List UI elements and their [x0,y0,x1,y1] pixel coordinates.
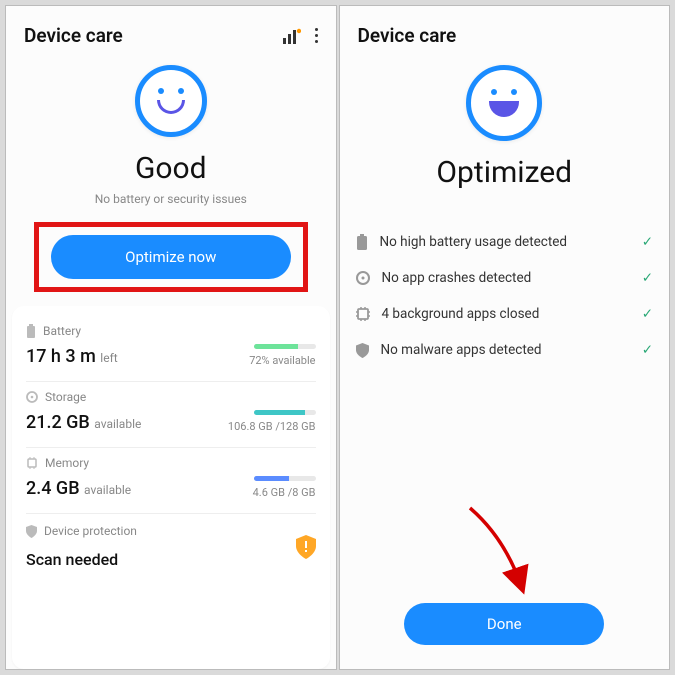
footer: Done [340,603,670,669]
stats-card: Battery 17 h 3 m left 72% available Stor… [12,306,330,669]
optimize-now-button[interactable]: Optimize now [51,235,291,279]
check-icon: ✓ [642,234,653,250]
status-section: Optimized [340,57,670,194]
battery-icon [356,234,368,250]
status-section: Good No battery or security issues [6,57,336,210]
storage-bar [254,410,305,415]
page-title: Device care [358,24,457,47]
check-icon: ✓ [642,270,653,286]
memory-row[interactable]: Memory 2.4 GB available 4.6 GB /8 GB [26,448,316,514]
header: Device care [6,6,336,57]
page-title: Device care [24,24,123,47]
storage-icon [356,271,370,285]
status-face-icon [135,65,207,137]
header-actions [283,28,318,44]
shield-icon [356,343,369,358]
status-subtitle: No battery or security issues [95,192,247,206]
device-care-before: Device care Good No battery or security … [5,5,337,670]
signal-icon[interactable] [283,28,301,44]
battery-bar [254,344,299,349]
protection-row[interactable]: Device protection Scan needed [26,514,316,569]
memory-icon [356,307,370,321]
battery-icon [26,324,36,338]
highlight-annotation: Optimize now [34,222,308,292]
optimization-results: No high battery usage detected ✓ No app … [340,194,670,513]
more-icon[interactable] [315,28,318,43]
battery-row[interactable]: Battery 17 h 3 m left 72% available [26,316,316,382]
device-care-after: Device care Optimized No high battery us… [339,5,671,670]
done-button[interactable]: Done [404,603,604,645]
shield-icon [26,525,37,538]
storage-icon [26,391,38,403]
storage-row[interactable]: Storage 21.2 GB available 106.8 GB /128 … [26,382,316,448]
memory-bar [254,476,289,481]
result-crashes: No app crashes detected ✓ [356,260,654,296]
result-battery: No high battery usage detected ✓ [356,224,654,260]
check-icon: ✓ [642,306,653,322]
shield-warning-icon [296,535,316,559]
header: Device care [340,6,670,57]
check-icon: ✓ [642,342,653,358]
status-title: Good [135,151,207,186]
arrow-annotation [340,513,670,603]
status-title: Optimized [436,155,572,190]
memory-icon [26,457,38,469]
status-face-icon [466,65,542,141]
result-background-apps: 4 background apps closed ✓ [356,296,654,332]
result-malware: No malware apps detected ✓ [356,332,654,368]
